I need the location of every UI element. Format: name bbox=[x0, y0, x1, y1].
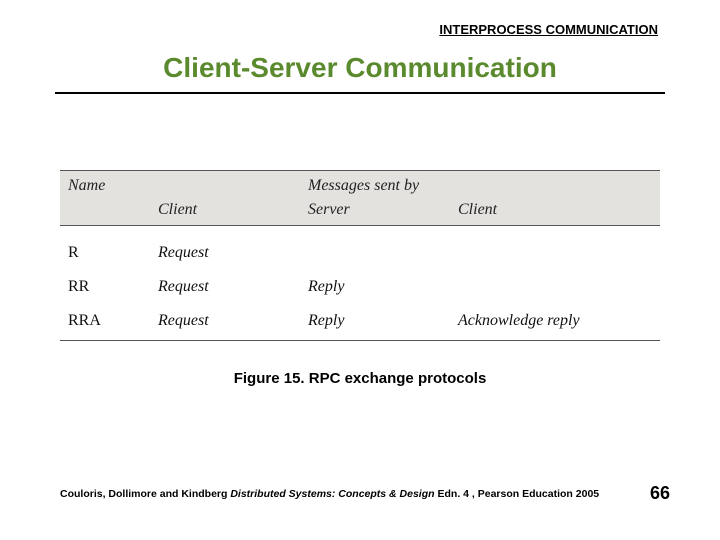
cell-client2 bbox=[450, 236, 660, 270]
cell-client2: Acknowledge reply bbox=[450, 304, 660, 338]
cell-client: Request bbox=[150, 304, 300, 338]
cell-client: Request bbox=[150, 236, 300, 270]
header-messages: Messages sent by bbox=[300, 171, 450, 200]
cell-name: RRA bbox=[60, 304, 150, 338]
subheader-client2: Client bbox=[450, 199, 660, 226]
citation: Couloris, Dollimore and Kindberg Distrib… bbox=[60, 488, 599, 500]
table-row: RR Request Reply bbox=[60, 270, 660, 304]
title-underline bbox=[55, 92, 665, 94]
citation-title: Distributed Systems: Concepts & Design bbox=[230, 488, 434, 500]
header-empty bbox=[150, 171, 300, 200]
cell-name: RR bbox=[60, 270, 150, 304]
header-name: Name bbox=[60, 171, 150, 200]
citation-authors: Couloris, Dollimore and Kindberg bbox=[60, 488, 230, 500]
subheader-server: Server bbox=[300, 199, 450, 226]
subheader-client: Client bbox=[150, 199, 300, 226]
cell-server: Reply bbox=[300, 270, 450, 304]
citation-rest: Edn. 4 , Pearson Education 2005 bbox=[437, 488, 599, 500]
cell-server: Reply bbox=[300, 304, 450, 338]
figure-caption: Figure 15. RPC exchange protocols bbox=[0, 370, 720, 387]
page-number: 66 bbox=[650, 483, 670, 504]
table-header-row: Name Messages sent by bbox=[60, 171, 660, 200]
subheader-empty bbox=[60, 199, 150, 226]
cell-client: Request bbox=[150, 270, 300, 304]
table-row: RRA Request Reply Acknowledge reply bbox=[60, 304, 660, 338]
cell-name: R bbox=[60, 236, 150, 270]
table-row: R Request bbox=[60, 236, 660, 270]
cell-client2 bbox=[450, 270, 660, 304]
slide-title: Client-Server Communication bbox=[0, 52, 720, 84]
cell-server bbox=[300, 236, 450, 270]
protocol-table: Name Messages sent by Client Server Clie… bbox=[60, 170, 660, 341]
header-empty2 bbox=[450, 171, 660, 200]
section-header: INTERPROCESS COMMUNICATION bbox=[439, 22, 658, 37]
table-subheader-row: Client Server Client bbox=[60, 199, 660, 226]
